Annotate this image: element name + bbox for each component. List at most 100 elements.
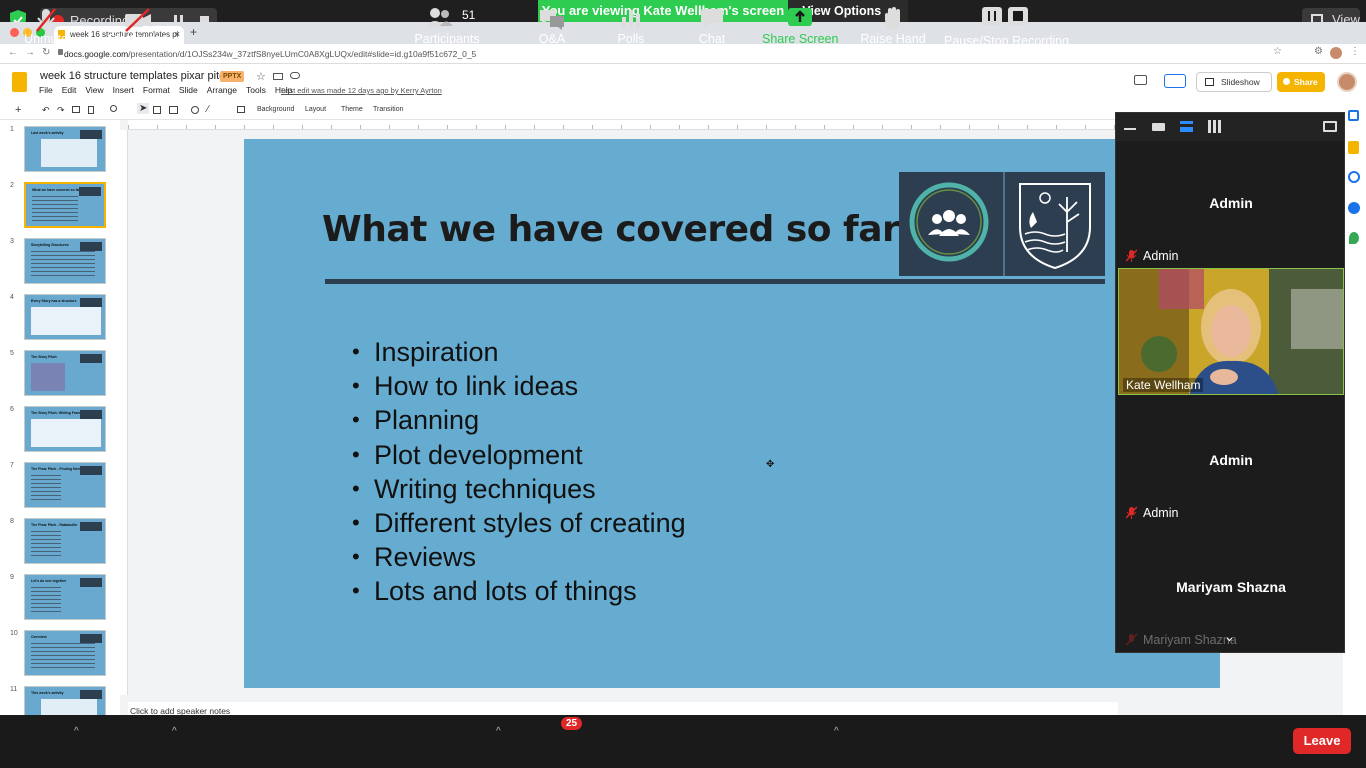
start-video-button[interactable]: Start Video — [104, 0, 172, 53]
slide-thumbnail[interactable]: Every Story has a structure — [24, 294, 106, 340]
document-title[interactable]: week 16 structure templates pixar pitch — [40, 70, 231, 82]
menu-edit[interactable]: Edit — [62, 85, 77, 95]
slide-thumbnail[interactable]: The Pixar Pitch - Ratatouille — [24, 518, 106, 564]
last-edit-link[interactable]: Last edit was made 12 days ago by Kerry … — [281, 86, 442, 95]
back-icon[interactable]: ← — [8, 47, 18, 58]
transition-button[interactable]: Transition — [373, 106, 403, 113]
bullet-list[interactable]: Inspiration How to link ideas Planning P… — [352, 335, 686, 609]
participants-button[interactable]: 51 Participants — [412, 0, 482, 53]
share-screen-button[interactable]: Share Screen — [762, 0, 838, 53]
slide-thumbnail[interactable]: Let's do one together — [24, 574, 106, 620]
thumbnail-view-icon[interactable] — [1152, 123, 1165, 131]
slide-thumbnail[interactable]: The Story Pitch — [24, 350, 106, 396]
speaker-video-frame — [1119, 269, 1343, 394]
vertical-ruler[interactable] — [120, 130, 128, 695]
participant-tile[interactable]: Mariyam Shazna Mariyam Shazna ⌄ — [1118, 525, 1344, 652]
move-folder-icon[interactable] — [273, 73, 283, 80]
calendar-icon[interactable] — [1348, 110, 1359, 121]
slide-thumbnail[interactable]: Overview — [24, 630, 106, 676]
theme-button[interactable]: Theme — [341, 106, 363, 113]
select-cursor-icon[interactable]: ➤ — [137, 103, 150, 114]
pause-recording-icon[interactable] — [982, 7, 1002, 25]
menu-tools[interactable]: Tools — [246, 85, 266, 95]
account-avatar[interactable] — [1337, 72, 1357, 92]
cloud-status-icon — [290, 72, 300, 79]
text-box-icon[interactable] — [153, 106, 161, 114]
thumb-number: 6 — [10, 406, 14, 413]
slide-thumbnail[interactable]: Last week's activity — [24, 126, 106, 172]
tab-close-icon[interactable]: × — [175, 29, 180, 39]
speaker-notes-field[interactable]: Click to add speaker notes — [128, 702, 1118, 715]
minimize-icon[interactable] — [1124, 128, 1136, 130]
print-icon[interactable] — [72, 106, 80, 113]
menu-slide[interactable]: Slide — [179, 85, 198, 95]
thumb-logo — [80, 242, 102, 251]
speaker-view-icon[interactable] — [1180, 121, 1193, 132]
bookmark-star-icon[interactable]: ☆ — [1273, 46, 1282, 57]
raise-hand-button[interactable]: Raise Hand — [860, 0, 926, 53]
line-icon[interactable]: ∕ — [207, 104, 209, 115]
slides-logo-icon[interactable] — [12, 72, 27, 92]
menu-insert[interactable]: Insert — [113, 85, 134, 95]
dock-panel-icon[interactable] — [1323, 121, 1337, 132]
menu-file[interactable]: File — [39, 85, 53, 95]
active-speaker-video[interactable]: Kate Wellham — [1118, 268, 1344, 395]
participant-tile[interactable]: Admin Admin — [1118, 398, 1344, 522]
contacts-icon[interactable] — [1348, 202, 1360, 214]
browser-menu-icon[interactable]: ⋮ — [1350, 46, 1360, 57]
shape-icon[interactable] — [191, 106, 199, 114]
participant-tile[interactable]: Admin Admin — [1118, 143, 1344, 265]
maps-icon[interactable] — [1349, 232, 1359, 244]
slide-thumbnail[interactable]: The Pixar Pitch - Finding Nemo — [24, 462, 106, 508]
chat-button[interactable]: Chat — [690, 0, 734, 53]
qa-button[interactable]: Q&A — [532, 0, 572, 53]
menu-format[interactable]: Format — [143, 85, 170, 95]
share-label: Share — [1294, 77, 1318, 87]
comment-add-icon[interactable] — [237, 106, 245, 113]
participants-options-caret-icon[interactable]: ^ — [496, 726, 501, 737]
polls-button[interactable]: Polls — [610, 0, 652, 53]
audio-options-caret-icon[interactable]: ^ — [74, 726, 79, 737]
keep-icon[interactable] — [1348, 141, 1359, 154]
scroll-down-chevron-icon[interactable]: ⌄ — [1224, 629, 1235, 645]
video-options-caret-icon[interactable]: ^ — [172, 726, 177, 737]
slide-title[interactable]: What we have covered so far — [322, 209, 900, 250]
gallery-view-icon[interactable] — [1208, 120, 1221, 133]
layout-button[interactable]: Layout — [305, 106, 326, 113]
slide-canvas[interactable]: What we have covered so far Inspiration … — [244, 139, 1220, 688]
menu-view[interactable]: View — [85, 85, 103, 95]
bullet-item: Planning — [352, 403, 686, 437]
undo-icon[interactable]: ↶ — [42, 105, 50, 116]
image-icon[interactable] — [169, 106, 178, 114]
slide-filmstrip[interactable]: 1 Last week's activity 2 What we have co… — [0, 120, 120, 715]
zoom-icon[interactable] — [110, 105, 117, 112]
slideshow-button[interactable]: Slideshow — [1196, 72, 1272, 92]
extensions-icon[interactable]: ⚙ — [1314, 46, 1323, 57]
slide-thumbnail-selected[interactable]: What we have covered so far — [24, 182, 106, 228]
menu-arrange[interactable]: Arrange — [207, 85, 237, 95]
slide-thumbnail[interactable]: Storytelling Structures — [24, 238, 106, 284]
leave-button[interactable]: Leave — [1293, 728, 1351, 754]
slide-thumbnail[interactable]: This week's activity — [24, 686, 106, 715]
chat-icon — [701, 9, 723, 27]
redo-icon[interactable]: ↷ — [57, 105, 65, 116]
new-tab-icon[interactable]: + — [190, 25, 197, 39]
paint-format-icon[interactable] — [88, 106, 94, 114]
url-field[interactable]: docs.google.com/presentation/d/1OJSs234w… — [64, 47, 1264, 61]
pause-stop-recording-button[interactable]: Pause/Stop Recording — [944, 0, 1069, 53]
stop-recording-icon[interactable] — [1008, 7, 1028, 25]
new-slide-icon[interactable]: + — [15, 104, 21, 116]
share-button[interactable]: Share — [1277, 72, 1325, 92]
horizontal-ruler[interactable] — [128, 120, 1118, 130]
tasks-icon[interactable] — [1348, 171, 1360, 183]
background-button[interactable]: Background — [257, 106, 294, 113]
comments-icon[interactable] — [1134, 75, 1147, 85]
meet-icon[interactable] — [1164, 74, 1186, 88]
logo-block[interactable] — [899, 172, 1105, 276]
share-options-caret-icon[interactable]: ^ — [834, 726, 839, 737]
unmute-button[interactable]: Unmute — [18, 0, 74, 53]
chat-label: Chat — [698, 32, 726, 46]
slide-thumbnail[interactable]: The Story Pitch: Writing Frame — [24, 406, 106, 452]
profile-avatar[interactable] — [1330, 47, 1342, 59]
star-icon[interactable]: ☆ — [256, 70, 266, 83]
